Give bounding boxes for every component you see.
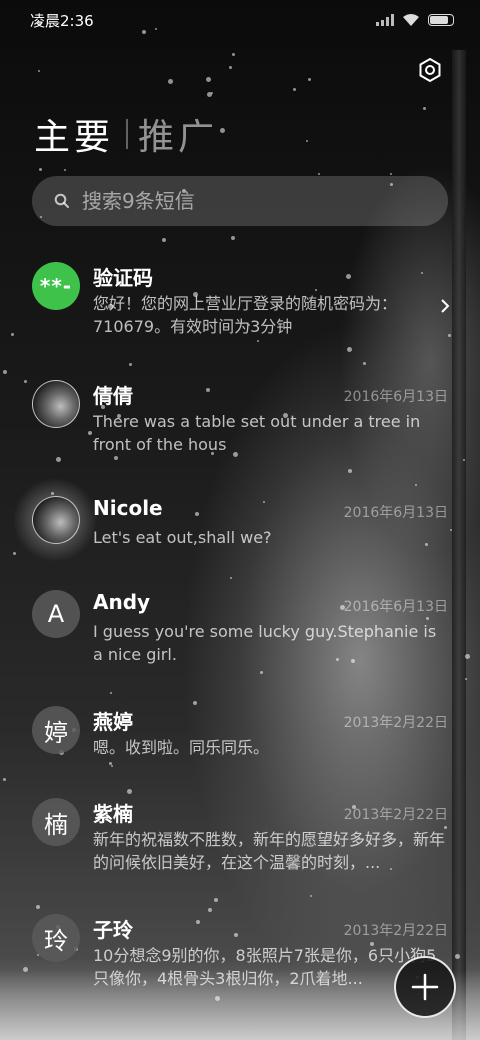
status-time: 凌晨2:36 (30, 11, 94, 30)
conversation-name: Andy (93, 590, 151, 614)
conversation-date: 2016年6月13日 (343, 389, 448, 405)
conversation-date: 2016年6月13日 (343, 505, 448, 521)
conversation-name: 紫楠 (93, 802, 133, 826)
search-bar[interactable] (32, 176, 448, 226)
conversation-date: 2013年2月22日 (343, 807, 448, 823)
conversation-preview: 嗯。收到啦。同乐同乐。 (93, 738, 270, 757)
conversation-date: 2013年2月22日 (343, 715, 448, 731)
avatar (32, 496, 80, 544)
tab-primary[interactable]: 主要 (34, 108, 114, 160)
avatar: A (32, 590, 80, 638)
conversation-preview: 新年的祝福数不胜数，新年的愿望好多好多，新年的问候依旧美好，在这个温馨的时刻，.… (93, 830, 446, 872)
avatar (32, 380, 80, 428)
status-icons (376, 13, 454, 27)
avatar: 玲 (32, 914, 80, 962)
battery-icon (428, 14, 454, 26)
conversation-name: 子玲 (93, 918, 133, 942)
avatar: 婷 (32, 706, 80, 754)
conversation-name: 验证码 (93, 266, 153, 290)
conversation-name: 燕婷 (93, 710, 133, 734)
gear-icon (419, 57, 441, 83)
wallpaper-lamp-pole (452, 50, 466, 1040)
avatar: 楠 (32, 798, 80, 846)
compose-button[interactable] (394, 956, 456, 1018)
plus-icon (411, 973, 439, 1001)
tab-divider (126, 119, 129, 149)
tab-bar: 主要 推广 (34, 108, 218, 160)
settings-button[interactable] (416, 56, 444, 84)
search-icon (54, 193, 69, 208)
tab-promotions[interactable]: 推广 (138, 108, 218, 160)
avatar: **- (32, 262, 80, 310)
chevron-right-icon[interactable] (440, 298, 450, 314)
signal-icon (376, 14, 394, 26)
conversation-preview: Let's eat out,shall we? (93, 528, 272, 547)
conversation-name: 倩倩 (93, 384, 133, 408)
conversation-preview: I guess you're some lucky guy.Stephanie … (93, 622, 437, 664)
conversation-name: Nicole (93, 496, 163, 520)
conversation-date: 2016年6月13日 (343, 599, 448, 615)
conversation-preview: 您好！您的网上营业厅登录的随机密码为：710679。有效时间为3分钟 (93, 294, 398, 336)
search-input[interactable] (82, 189, 422, 213)
conversation-date: 2013年2月22日 (343, 923, 448, 939)
status-bar: 凌晨2:36 (0, 0, 480, 40)
conversation-preview: There was a table set out under a tree i… (93, 412, 421, 454)
wifi-icon (403, 14, 419, 26)
